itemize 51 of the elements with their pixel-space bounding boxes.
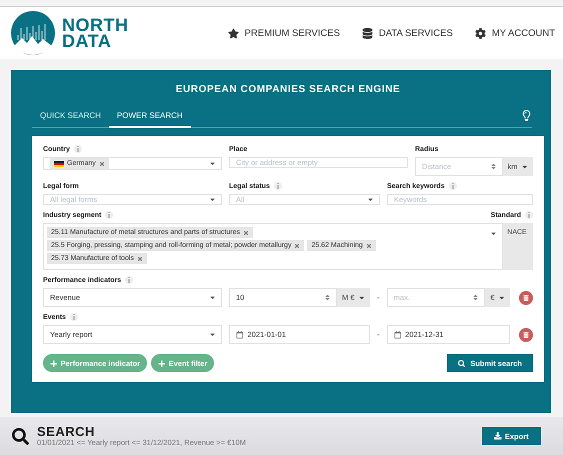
nav-link[interactable]: MY ACCOUNT (474, 28, 555, 39)
calendar-icon (394, 331, 402, 339)
trash-icon (523, 294, 529, 301)
delete-button[interactable] (519, 328, 533, 342)
search-tab[interactable]: POWER SEARCH (108, 107, 191, 128)
info-icon[interactable] (525, 211, 533, 220)
search-icon (12, 428, 29, 445)
caret-icon (498, 294, 505, 302)
remove-icon[interactable] (242, 230, 249, 236)
spinner-icon[interactable] (472, 294, 480, 302)
logo-icon (10, 10, 56, 56)
caret-icon (209, 160, 216, 168)
database-icon (362, 28, 373, 39)
spinner-icon[interactable] (324, 294, 331, 302)
caret-icon (209, 294, 216, 302)
panel-title: EUROPEAN COMPANIES SEARCH ENGINE (174, 84, 402, 96)
download-icon (494, 432, 502, 440)
info-icon[interactable] (274, 182, 282, 190)
caret-icon (490, 230, 497, 238)
caret-icon (209, 196, 216, 204)
trash-icon (523, 332, 529, 338)
lightbulb-icon[interactable] (521, 110, 532, 122)
range-dash: - (377, 293, 380, 302)
info-icon[interactable] (125, 276, 134, 284)
info-icon[interactable] (74, 145, 82, 154)
plus-icon (158, 360, 166, 368)
remove-icon[interactable] (136, 256, 143, 262)
remove-icon[interactable] (366, 242, 372, 249)
search-tab[interactable]: QUICK SEARCH (32, 107, 109, 128)
caret-icon (358, 294, 365, 302)
caret-icon (520, 163, 528, 171)
plus-icon (50, 360, 58, 368)
star-icon (228, 28, 239, 39)
remove-icon[interactable] (98, 160, 105, 167)
summary-title: SEARCH (37, 425, 96, 438)
flag-icon (54, 160, 64, 167)
calendar-icon (236, 331, 244, 339)
logo-text[interactable]: NORTH DATA (62, 17, 128, 50)
range-dash: - (377, 330, 380, 340)
settings-icon (474, 28, 486, 39)
caret-icon (367, 196, 374, 204)
spinner-icon[interactable] (490, 163, 496, 170)
info-icon[interactable] (70, 313, 78, 322)
info-icon[interactable] (448, 182, 457, 190)
caret-icon (209, 331, 216, 338)
nav-link[interactable]: PREMIUM SERVICES (228, 28, 340, 39)
delete-button[interactable] (519, 290, 533, 305)
remove-icon[interactable] (294, 242, 300, 249)
info-icon[interactable] (105, 211, 114, 220)
nav-link[interactable]: DATA SERVICES (362, 28, 453, 39)
search-icon (458, 360, 466, 368)
